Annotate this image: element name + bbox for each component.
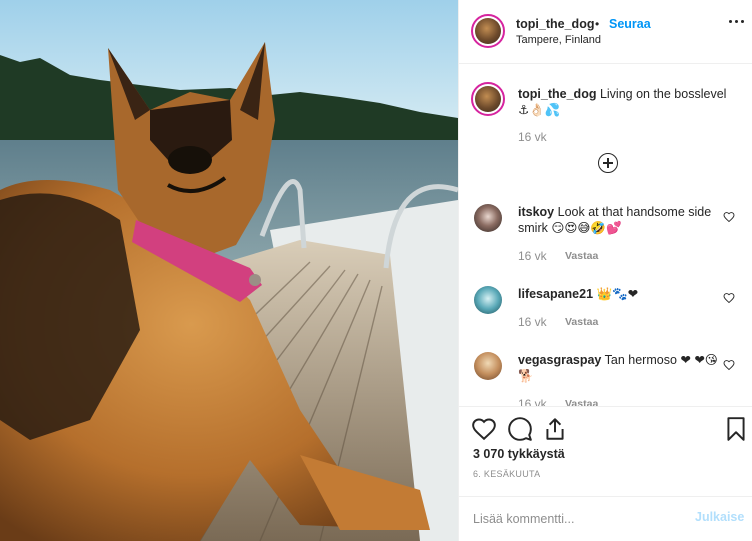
post-details-panel: topi_the_dog • Seuraa Tampere, Finland t… [458,0,752,541]
post-comment-button[interactable]: Julkaise [695,510,744,524]
separator-dot: • [595,17,600,31]
comment-text: vegasgraspay Tan hermoso ❤ ❤😘🐕 [518,352,718,384]
caption-avatar[interactable] [471,82,505,116]
like-heart-icon[interactable] [471,416,497,442]
likes-count[interactable]: 3 070 tykkäystä [473,447,565,461]
comment-text: lifesapane21 👑🐾❤ [518,286,718,302]
comment-timestamp[interactable]: 16 vk [518,249,547,263]
caption-timestamp[interactable]: 16 vk [518,130,547,144]
caption-username[interactable]: topi_the_dog [518,87,596,101]
comment-body: 👑🐾❤ [596,287,639,301]
like-comment-icon[interactable] [723,359,735,371]
follow-button[interactable]: Seuraa [609,17,651,31]
post-date[interactable]: 6. KESÄKUUTA [473,469,540,479]
author-username[interactable]: topi_the_dog [516,17,594,31]
comment-username[interactable]: lifesapane21 [518,287,593,301]
like-comment-icon[interactable] [723,292,735,304]
share-icon[interactable] [542,416,568,442]
more-options-icon[interactable] [729,20,745,26]
caption-text: topi_the_dog Living on the bosslevel ⚓👌🏻… [518,86,738,118]
post-header: topi_the_dog • Seuraa Tampere, Finland [459,0,752,64]
comment-avatar[interactable] [474,204,502,232]
load-more-comments-icon[interactable] [598,153,618,173]
comment-username[interactable]: vegasgraspay [518,353,601,367]
comment-timestamp[interactable]: 16 vk [518,397,547,406]
comment-avatar[interactable] [474,352,502,380]
author-avatar[interactable] [471,14,505,48]
like-comment-icon[interactable] [723,211,735,223]
comment-text: itskoy Look at that handsome side smirk … [518,204,718,236]
dog-photo [0,0,458,541]
reply-button[interactable]: Vastaa [565,398,598,406]
comment-timestamp[interactable]: 16 vk [518,315,547,329]
comment-username[interactable]: itskoy [518,205,554,219]
add-comment-bar: Julkaise [459,496,752,541]
comments-list[interactable]: topi_the_dog Living on the bosslevel ⚓👌🏻… [459,66,752,406]
comment-avatar[interactable] [474,286,502,314]
reply-button[interactable]: Vastaa [565,316,598,328]
post-location[interactable]: Tampere, Finland [516,34,601,46]
post-image[interactable] [0,0,458,541]
comment-bubble-icon[interactable] [507,416,533,442]
post-actions: 3 070 tykkäystä 6. KESÄKUUTA [459,406,752,496]
reply-button[interactable]: Vastaa [565,250,598,262]
bookmark-icon[interactable] [723,416,749,442]
comment-input[interactable] [473,507,683,531]
